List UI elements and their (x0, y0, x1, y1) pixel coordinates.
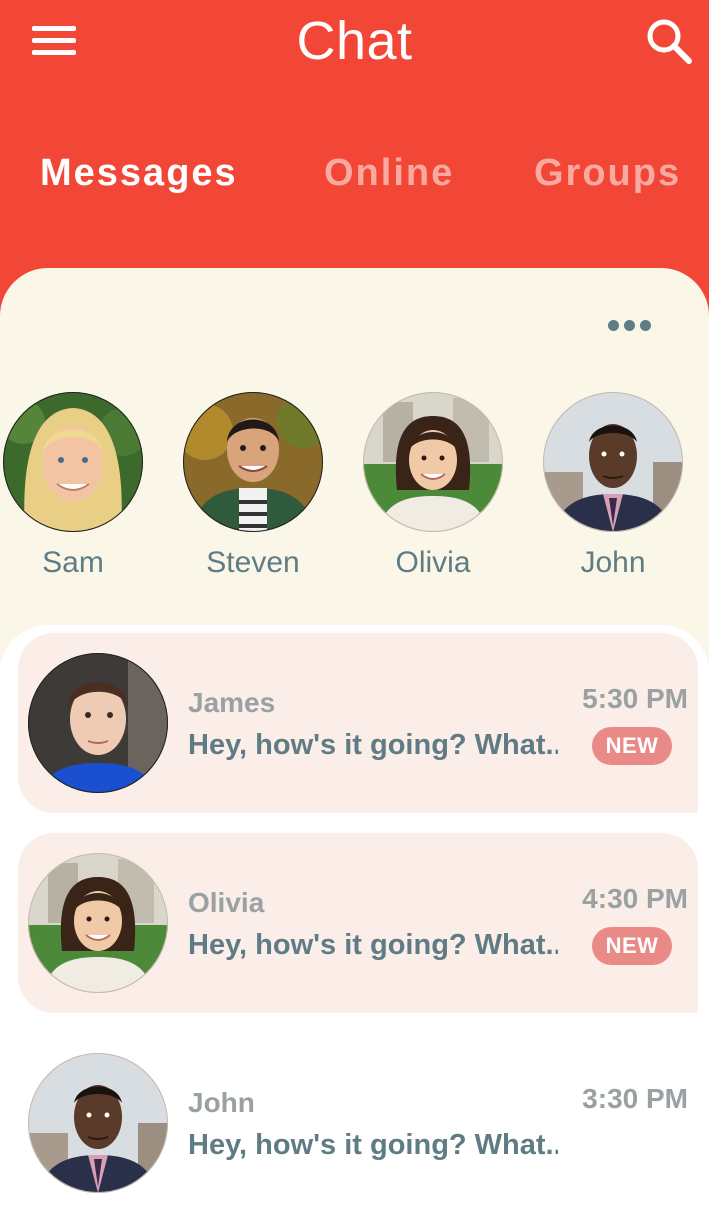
app-bar: Chat Messages Online Groups (0, 0, 709, 270)
tab-bar: Messages Online Groups (0, 152, 709, 212)
chat-item-john[interactable]: John Hey, how's it going? What... 3:30 P… (18, 1033, 698, 1213)
chat-preview: Hey, how's it going? What... (188, 1129, 558, 1161)
chat-time: 5:30 PM (582, 683, 688, 714)
contact-name: Steven (206, 546, 300, 579)
avatar (28, 853, 168, 993)
tab-groups[interactable]: Groups (534, 152, 681, 195)
avatar (543, 392, 683, 532)
chat-sender: John (188, 1087, 255, 1118)
avatar (3, 392, 143, 532)
new-badge: NEW (592, 727, 672, 765)
favorite-contact-sam[interactable]: Sam (0, 392, 153, 580)
avatar (28, 1053, 168, 1193)
chat-preview: Hey, how's it going? What... (188, 729, 558, 761)
avatar (28, 653, 168, 793)
contact-name: John (580, 546, 646, 579)
tab-messages[interactable]: Messages (40, 152, 238, 195)
contact-name: Sam (42, 546, 104, 579)
chat-preview: Hey, how's it going? What... (188, 929, 558, 961)
chat-time: 4:30 PM (582, 883, 688, 914)
favorite-contact-steven[interactable]: Steven (173, 392, 333, 580)
chat-item-james[interactable]: James Hey, how's it going? What... 5:30 … (18, 633, 698, 813)
tab-online[interactable]: Online (324, 152, 454, 195)
new-badge: NEW (592, 927, 672, 965)
chat-sender: James (188, 687, 276, 718)
chat-item-olivia[interactable]: Olivia Hey, how's it going? What... 4:30… (18, 833, 698, 1013)
chat-time: 3:30 PM (582, 1083, 688, 1114)
more-horizontal-icon[interactable] (608, 320, 654, 334)
page-title: Chat (296, 11, 413, 71)
message-list: James Hey, how's it going? What... 5:30 … (0, 625, 709, 1220)
chat-sender: Olivia (188, 887, 265, 918)
search-icon[interactable] (644, 16, 694, 66)
favorite-contact-john[interactable]: John (533, 392, 693, 580)
favorite-contact-olivia[interactable]: Olivia (353, 392, 513, 580)
avatar (363, 392, 503, 532)
contact-name: Olivia (395, 546, 471, 579)
avatar (183, 392, 323, 532)
